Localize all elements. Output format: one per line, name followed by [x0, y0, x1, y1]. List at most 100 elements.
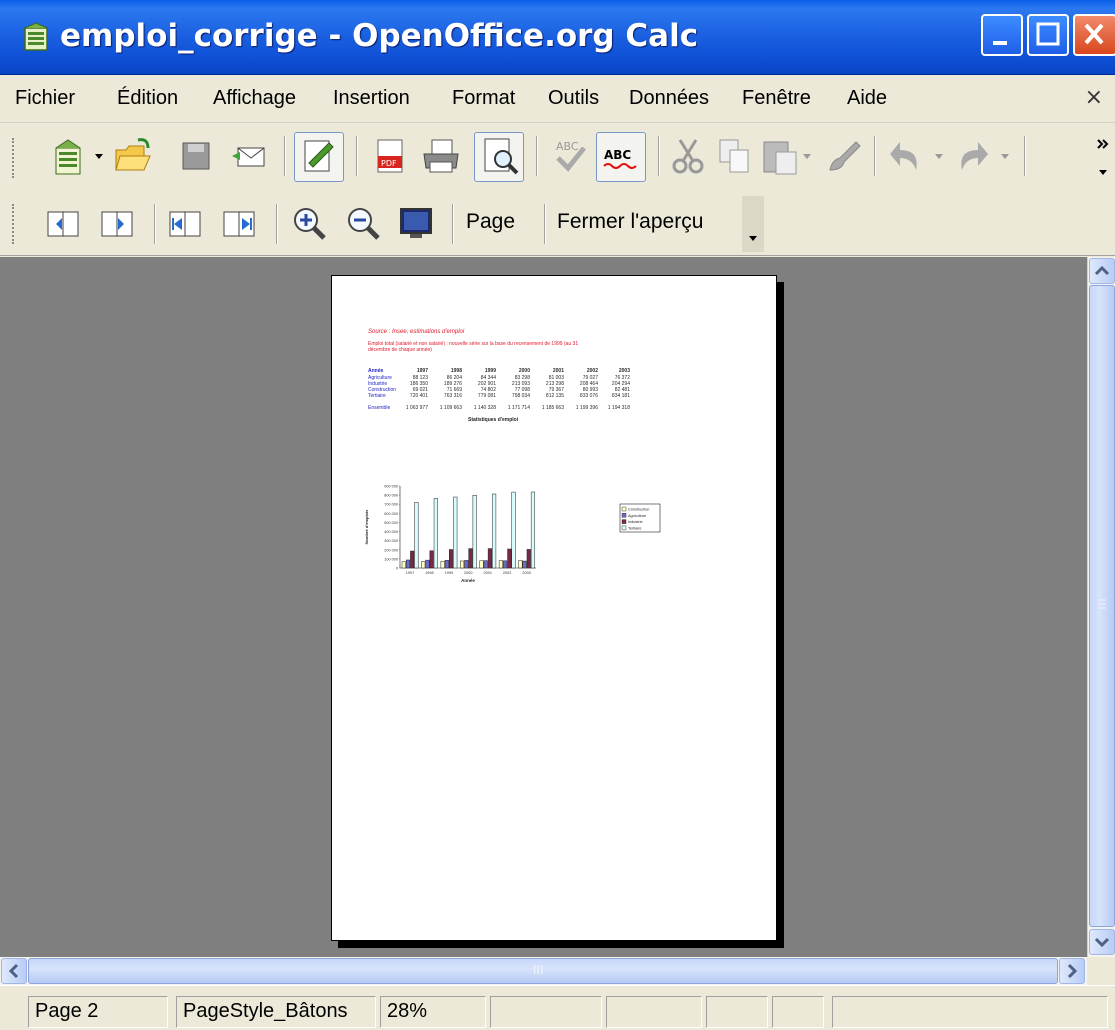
arrow-right-icon	[1067, 963, 1078, 979]
table-header-cell: 2003	[618, 368, 630, 374]
full-screen-icon[interactable]	[396, 204, 436, 244]
toolbar-overflow-icon[interactable]	[1094, 134, 1112, 180]
bar-tertiaire	[530, 491, 536, 569]
toolbar-separator	[658, 136, 660, 176]
calc-app-icon	[24, 22, 48, 51]
close-icon	[1084, 23, 1104, 45]
minimize-button[interactable]	[981, 14, 1023, 56]
menu-edition[interactable]: Édition	[117, 87, 178, 110]
scroll-up-button[interactable]	[1089, 258, 1115, 284]
legend-swatch	[621, 519, 627, 524]
last-page-icon[interactable]	[220, 204, 260, 244]
export-pdf-icon[interactable]: PDF	[372, 136, 408, 176]
chevron-down-icon	[749, 236, 757, 241]
toolbar-overflow-button[interactable]	[742, 196, 764, 252]
page-format-button[interactable]: Page	[466, 210, 515, 234]
bar-construction	[460, 560, 465, 569]
page-preview-area[interactable]: Source : Insee, estimations d'emploi Emp…	[0, 257, 1087, 957]
arrow-down-icon	[1094, 937, 1110, 948]
close-document-button[interactable]: ×	[1085, 85, 1103, 110]
bar-industrie	[468, 548, 473, 569]
bar-industrie	[526, 549, 531, 569]
bar-agriculture	[503, 560, 508, 569]
redo-icon[interactable]	[952, 136, 992, 176]
dropdown-arrow-icon[interactable]	[934, 152, 944, 162]
table-cell: 798 034	[511, 393, 530, 399]
title-bar[interactable]: emploi_corrige - OpenOffice.org Calc	[0, 0, 1115, 75]
page-preview-button[interactable]	[474, 132, 524, 182]
x-tick-label: 1998	[425, 571, 433, 575]
open-folder-icon[interactable]	[112, 136, 154, 176]
menu-donnees[interactable]: Données	[629, 87, 709, 110]
vertical-scrollbar[interactable]	[1087, 257, 1115, 957]
scroll-right-button[interactable]	[1059, 958, 1085, 984]
print-icon[interactable]	[420, 136, 462, 176]
toolbar-grip[interactable]	[12, 138, 18, 178]
chart-title: Statistiques d'emploi	[468, 417, 519, 423]
menu-insertion[interactable]: Insertion	[333, 87, 410, 110]
arrow-left-icon	[8, 963, 19, 979]
undo-icon[interactable]	[886, 136, 926, 176]
autospellcheck-icon: ABC	[603, 148, 637, 169]
menu-aide[interactable]: Aide	[847, 87, 887, 110]
menu-fenetre[interactable]: Fenêtre	[742, 87, 811, 110]
next-page-icon[interactable]	[98, 204, 138, 244]
horizontal-scrollbar[interactable]: III	[0, 957, 1087, 985]
table-header-cell: 2000	[518, 368, 530, 374]
close-window-button[interactable]	[1073, 14, 1115, 56]
bar-industrie	[449, 549, 454, 569]
cut-icon[interactable]	[670, 136, 706, 176]
save-icon[interactable]	[180, 140, 212, 172]
scroll-down-button[interactable]	[1089, 929, 1115, 955]
legend-swatch	[621, 525, 627, 531]
toolbar-separator	[1024, 136, 1026, 176]
horizontal-scroll-thumb[interactable]: III	[28, 958, 1058, 984]
zoom-in-icon[interactable]	[290, 204, 330, 244]
previous-page-icon[interactable]	[44, 204, 84, 244]
paste-icon[interactable]	[760, 136, 800, 176]
format-paintbrush-icon[interactable]	[822, 136, 862, 176]
bar-agriculture	[425, 559, 430, 569]
table-cell: 833 076	[579, 393, 598, 399]
status-signature[interactable]	[772, 996, 824, 1028]
menu-affichage[interactable]: Affichage	[213, 87, 296, 110]
dropdown-arrow-icon[interactable]	[802, 152, 812, 162]
copy-icon[interactable]	[716, 136, 752, 176]
status-insert-mode[interactable]	[490, 996, 602, 1028]
maximize-button[interactable]	[1027, 14, 1069, 56]
table-row-label: Tertiaire	[368, 393, 386, 399]
edit-file-button[interactable]	[294, 132, 344, 182]
new-document-icon[interactable]	[50, 136, 90, 176]
preview-toolbar: Page Fermer l'aperçu	[0, 192, 1115, 256]
table-total-cell: 1 194 318	[607, 405, 630, 411]
bar-agriculture	[444, 560, 449, 569]
spellcheck-icon[interactable]: ABC	[550, 136, 590, 176]
table-header-cell: 2002	[586, 368, 598, 374]
email-icon[interactable]	[230, 138, 270, 174]
status-page-style[interactable]: PageStyle_Bâtons	[176, 996, 376, 1028]
dropdown-arrow-icon[interactable]	[94, 152, 104, 162]
autospellcheck-button[interactable]: ABC	[596, 132, 646, 182]
table-header-cell: 1997	[416, 368, 428, 374]
zoom-out-icon[interactable]	[344, 204, 384, 244]
edit-document-icon	[304, 140, 334, 172]
table-total-cell: 1 140 328	[473, 405, 496, 411]
vertical-scroll-thumb[interactable]	[1089, 285, 1115, 927]
status-page[interactable]: Page 2	[28, 996, 168, 1028]
toolbar-separator	[536, 136, 538, 176]
menu-outils[interactable]: Outils	[548, 87, 599, 110]
first-page-icon[interactable]	[166, 204, 206, 244]
x-tick-label: 2003	[522, 571, 530, 575]
menu-format[interactable]: Format	[452, 87, 515, 110]
dropdown-arrow-icon[interactable]	[1000, 152, 1010, 162]
status-selection-mode[interactable]	[606, 996, 702, 1028]
table-header-cell: 2001	[552, 368, 564, 374]
standard-toolbar: PDF ABC ABC	[0, 124, 1115, 190]
status-zoom[interactable]: 28%	[380, 996, 486, 1028]
close-preview-button[interactable]: Fermer l'aperçu	[557, 210, 703, 234]
y-tick-label: 700 000	[384, 503, 398, 507]
toolbar-separator	[544, 204, 546, 244]
scroll-left-button[interactable]	[1, 958, 27, 984]
menu-fichier[interactable]: Fichier	[15, 87, 75, 110]
toolbar-grip[interactable]	[12, 204, 18, 244]
